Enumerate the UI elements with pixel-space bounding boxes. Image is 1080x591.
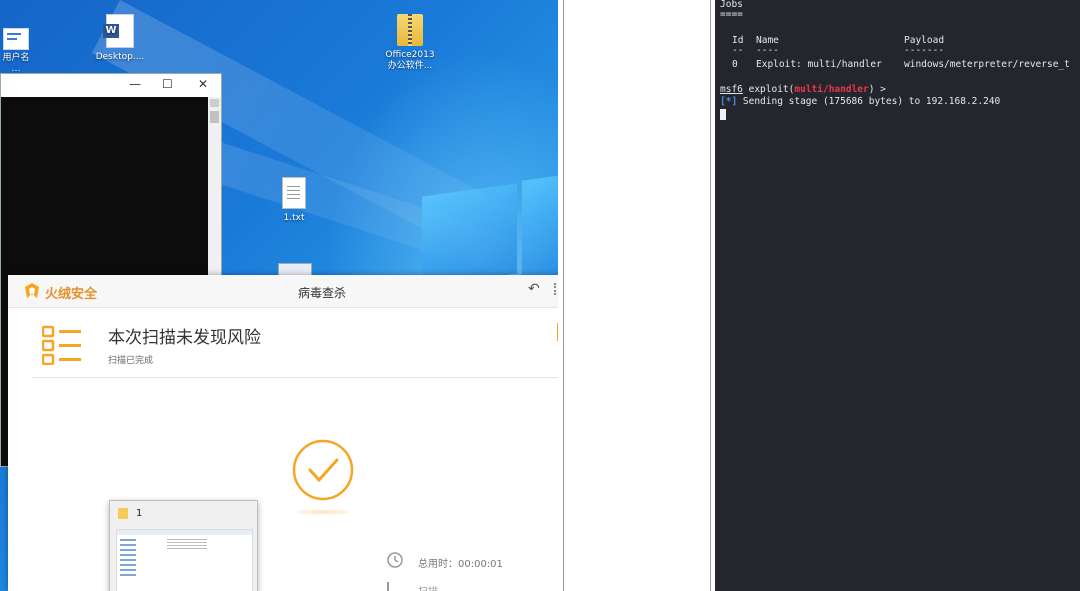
scan-result-title: 本次扫描未发现风险 (108, 328, 261, 348)
close-button[interactable]: ✕ (198, 77, 208, 91)
desktop-icon-label: Desktop.... (95, 52, 145, 62)
desktop-icon-word-doc[interactable]: W Desktop.... (94, 14, 146, 63)
minimize-button[interactable]: — (129, 77, 141, 91)
vm-divider-area (558, 0, 715, 591)
column-name-underline: ---- (756, 45, 779, 56)
vm-border-line (563, 0, 564, 591)
maximize-button[interactable]: ☐ (162, 77, 173, 91)
thumbnail-title: 1 (136, 508, 143, 519)
prompt-module: multi/handler (794, 84, 869, 95)
thumbnail-preview (116, 529, 253, 591)
wallpaper-window-pane (522, 175, 558, 281)
explorer-thumbnail[interactable]: 1 (109, 500, 258, 591)
desktop-icon-office2013[interactable]: Office2013 办公软件... (382, 14, 438, 72)
desktop-icon-label: 1.txt (283, 213, 305, 223)
av-page-title: 病毒查杀 (298, 286, 347, 300)
scan-result-subtitle: 扫描已完成 (108, 356, 154, 366)
user-folder-icon (3, 28, 29, 50)
window-title-bar[interactable]: — ☐ ✕ (1, 74, 221, 96)
msf-prompt[interactable]: msf6 exploit(multi/handler) > (720, 84, 886, 95)
scanned-count: 扫描… (418, 583, 448, 591)
success-check-icon (292, 439, 354, 501)
column-id-underline: -- (732, 45, 744, 56)
scroll-thumb[interactable] (210, 111, 219, 123)
status-message: Sending stage (175686 bytes) to 192.168.… (737, 96, 1001, 107)
text-file-icon (282, 177, 306, 209)
terminal-border-line (710, 0, 711, 591)
prompt-prefix: msf6 (720, 84, 743, 95)
desktop-icon-label: 办公软件... (387, 61, 433, 71)
clock-icon (387, 552, 403, 568)
scroll-up-arrow-icon[interactable] (210, 99, 219, 107)
huorong-antivirus-window[interactable]: 火绒安全 病毒查杀 ↶ 本次扫描未发现风险 扫描已完成 总用时：00:00:01 (8, 275, 558, 591)
prompt-mid: exploit( (742, 84, 795, 95)
back-icon[interactable]: ↶ (528, 281, 540, 297)
folder-icon (118, 508, 128, 519)
desktop-icon-txt[interactable]: 1.txt (273, 177, 315, 224)
job-name: Exploit: multi/handler (756, 59, 882, 70)
text-cursor[interactable] (720, 109, 726, 120)
prompt-end: ) > (868, 84, 886, 95)
wallpaper-window-pane (422, 183, 517, 287)
desktop-icon-label: 用户名 (2, 53, 30, 63)
jobs-underline: ==== (720, 9, 743, 20)
column-payload-underline: ------- (904, 45, 945, 56)
windows-desktop: 用户名 … W Desktop.... Office2013 办公软件... 1… (0, 0, 558, 591)
zip-archive-icon (397, 14, 423, 46)
job-payload: windows/meterpreter/reverse_t (904, 59, 1070, 70)
av-title-bar[interactable]: 火绒安全 病毒查杀 ↶ (8, 275, 558, 308)
job-id: 0 (732, 59, 738, 70)
check-shadow (296, 509, 350, 515)
status-tag: [*] (720, 96, 738, 107)
desktop-icon-label: Office2013 (385, 50, 435, 60)
scanned-count-icon (387, 582, 405, 591)
divider (32, 377, 558, 378)
scan-list-icon (41, 325, 84, 366)
desktop-icon-user[interactable]: 用户名 … (0, 28, 38, 75)
elapsed-time: 总用时：00:00:01 (418, 559, 503, 570)
msf-terminal[interactable]: Jobs ==== Id Name Payload -- ---- ------… (715, 0, 1080, 591)
av-brand-name: 火绒安全 (45, 287, 98, 302)
huorong-logo-icon (25, 283, 39, 298)
status-line: [*] Sending stage (175686 bytes) to 192.… (720, 96, 1000, 107)
word-document-icon: W (103, 14, 134, 48)
